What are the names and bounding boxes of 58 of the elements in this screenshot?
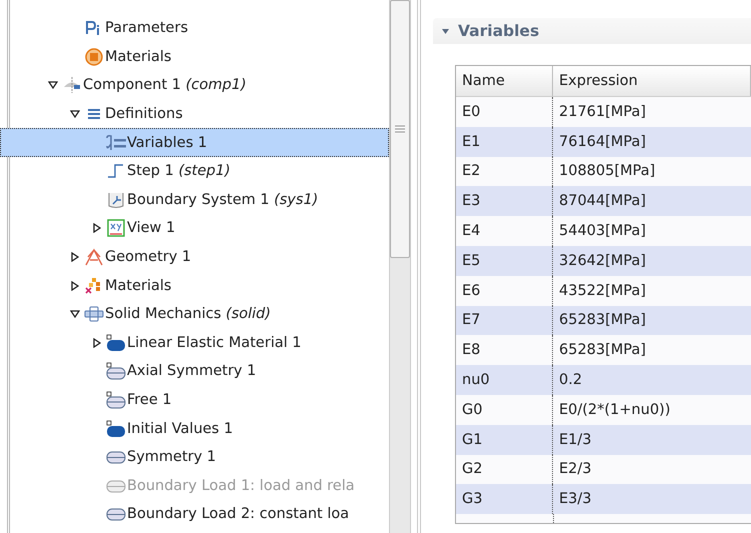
physics-icon [84, 305, 104, 324]
tree-item[interactable]: Geometry 1 [0, 242, 389, 272]
tree-item[interactable]: Solid Mechanics (solid) [0, 300, 389, 329]
tree-item[interactable]: Parameters [0, 14, 389, 43]
expand-icon[interactable] [70, 252, 80, 262]
expand-icon[interactable] [92, 223, 102, 234]
column-header[interactable]: Name [456, 66, 553, 96]
domain-node-icon [106, 334, 126, 352]
tree-item[interactable]: Materials [0, 271, 389, 300]
collapse-icon[interactable] [70, 309, 80, 320]
expand-icon[interactable] [70, 280, 80, 291]
view-icon [106, 219, 126, 238]
section-header[interactable]: Variables [433, 18, 751, 44]
collapse-icon[interactable] [70, 109, 80, 120]
table-cell: G3 [456, 484, 553, 514]
tree-item[interactable]: View 1 [0, 214, 389, 243]
table-cell-text: E0/(2*(1+nu0)) [558, 400, 672, 420]
tree-item[interactable]: Symmetry 1 [0, 442, 389, 472]
tree-item[interactable]: Variables 1 [0, 128, 389, 157]
collapse-icon[interactable] [48, 80, 58, 90]
variables-icon [106, 134, 126, 152]
domain-node-icon [106, 362, 126, 380]
coordinate-system-icon [106, 190, 126, 209]
table-cell-text: 87044[MPa] [558, 192, 647, 212]
step-function-icon [106, 162, 126, 180]
tree-item[interactable]: Step 1 (step1) [0, 156, 389, 186]
domain-node-icon [106, 391, 126, 410]
table-cell-text: 76164[MPa] [558, 132, 647, 152]
tree-item[interactable]: Boundary Load 2: constant loa [0, 500, 389, 529]
tree-item[interactable]: Boundary System 1 (sys1) [0, 186, 389, 214]
materials-icon [84, 48, 104, 66]
table-cell-text: E3/3 [558, 490, 592, 510]
table-cell-text: 54403[MPa] [558, 222, 647, 242]
tree-item[interactable]: Free 1 [0, 386, 389, 414]
tree-item[interactable]: Axial Symmetry 1 [0, 357, 389, 386]
geometry-icon [84, 248, 104, 266]
component-icon [62, 76, 82, 94]
tree-item[interactable]: Initial Values 1 [0, 414, 389, 443]
column-header[interactable]: Expression [553, 66, 751, 96]
expand-icon[interactable] [92, 338, 102, 348]
table-cell-text: 65283[MPa] [558, 341, 647, 360]
table-cell-text: E1/3 [558, 430, 592, 450]
table-cell-text: 21761[MPa] [558, 102, 647, 122]
table-cell-text: E2/3 [558, 460, 592, 480]
tree-item[interactable]: Linear Elastic Material 1 [0, 328, 389, 358]
scrollbar[interactable] [389, 0, 411, 533]
tree-item[interactable]: Component 1 (comp1) [0, 71, 389, 100]
table-cell-text: 65283[MPa] [558, 311, 647, 330]
table-cell-text: 0.2 [558, 371, 584, 390]
table-cell-text: 32642[MPa] [558, 252, 647, 271]
tree-item[interactable]: Materials [0, 42, 389, 72]
table-cell-text: 43522[MPa] [558, 282, 647, 301]
scrollbar-thumb[interactable] [390, 0, 410, 258]
tree-item[interactable]: Definitions [0, 100, 389, 128]
collapse-icon [441, 26, 450, 36]
table-cell-text: 108805[MPa] [558, 162, 656, 182]
domain-node-icon [106, 420, 126, 438]
grip-icon [395, 124, 405, 134]
